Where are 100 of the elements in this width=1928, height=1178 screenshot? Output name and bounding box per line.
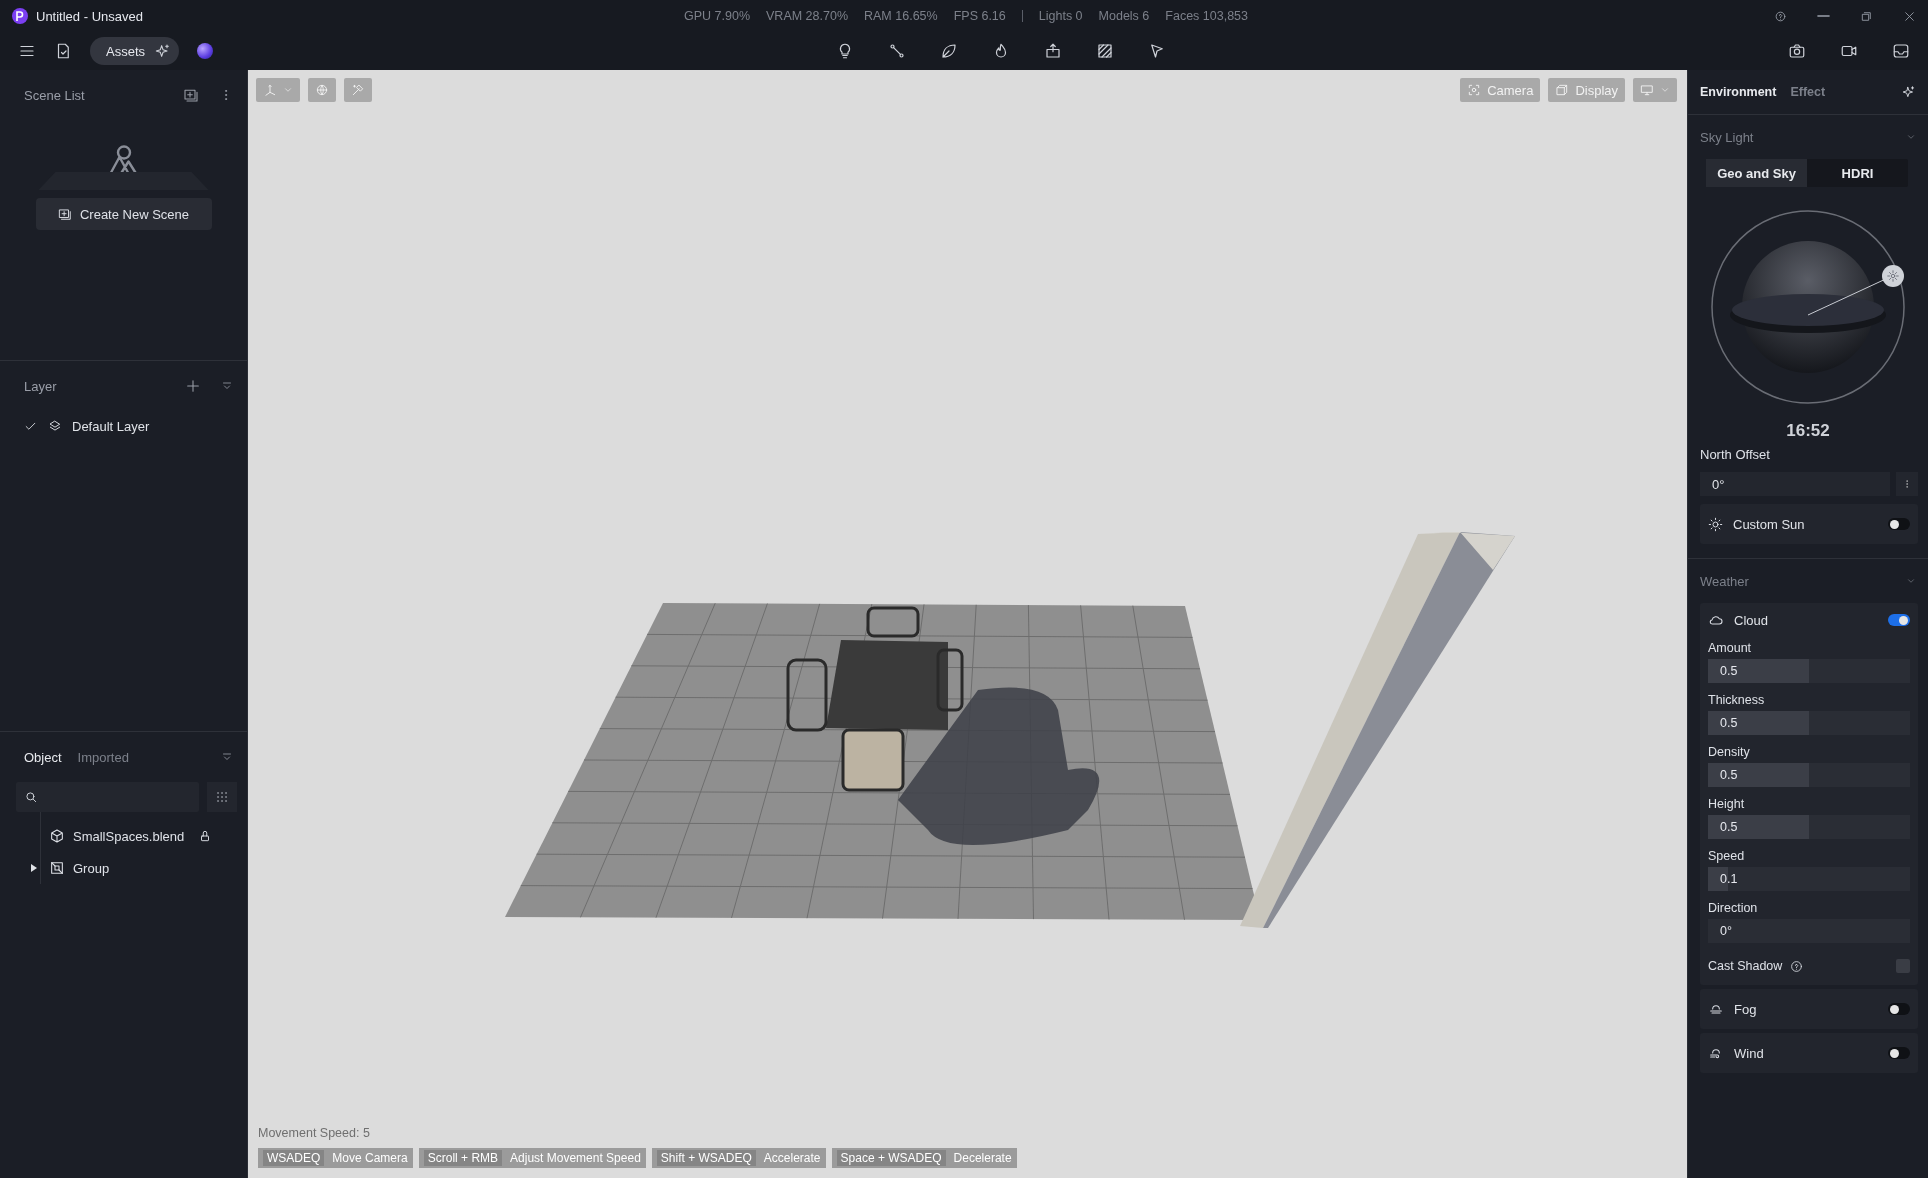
mode-tab[interactable]: Geo and Sky	[1706, 159, 1807, 187]
toggle-label: Custom Sun	[1733, 516, 1806, 532]
help-icon	[1774, 9, 1787, 23]
inbox-icon	[1892, 42, 1910, 60]
shortcut-action: Adjust Movement Speed	[510, 1151, 641, 1165]
panel-tab[interactable]: Environment	[1700, 85, 1777, 99]
sparkle-icon	[1902, 85, 1916, 99]
object-name: Group	[73, 860, 110, 876]
shortcut-key: Scroll + RMB	[423, 1150, 503, 1166]
toggle-label: Cloud	[1734, 612, 1769, 628]
caret-icon	[1660, 85, 1670, 95]
sun-icon	[1886, 269, 1900, 283]
layer-name: Default Layer	[72, 418, 150, 434]
box-arrow-icon	[1044, 42, 1062, 60]
scene-count: Faces 103,853	[1165, 9, 1248, 23]
effect-toggle[interactable]	[1888, 1003, 1910, 1015]
caret-icon	[283, 85, 293, 95]
value-slider[interactable]: 0.5	[1708, 659, 1910, 683]
expand-arrow-icon[interactable]	[31, 864, 37, 872]
cube-icon	[1555, 83, 1570, 97]
leaf-icon	[940, 42, 958, 60]
layer-item[interactable]: Default Layer	[0, 411, 247, 441]
screen-icon	[1640, 83, 1654, 97]
input-field[interactable]: 0°	[1708, 919, 1910, 943]
sphere-icon[interactable]	[197, 43, 213, 59]
add-scene-icon	[183, 87, 199, 103]
cube-icon	[49, 828, 65, 844]
shortcut-key: WSADEQ	[263, 1150, 325, 1166]
section-title: Weather	[1700, 573, 1750, 589]
search-field[interactable]	[16, 782, 199, 812]
object-name: SmallSpaces.blend	[73, 828, 185, 844]
tree-item[interactable]: Group	[31, 852, 247, 884]
performance-stat: GPU 7.90%	[684, 9, 750, 23]
field-label: Height	[1708, 796, 1746, 813]
cast-shadow-checkbox[interactable]	[1896, 959, 1910, 973]
performance-stat: VRAM 28.70%	[766, 9, 848, 23]
sparkle-icon	[155, 43, 171, 59]
add-icon	[185, 378, 201, 394]
shortcut-key: Space + WSADEQ	[836, 1150, 946, 1166]
create-new-scene-button[interactable]: Create New Scene	[35, 198, 212, 230]
layers-icon	[48, 419, 62, 433]
field-label: Direction	[1708, 900, 1759, 917]
restore-icon	[1860, 9, 1873, 23]
chevron-icon	[1906, 132, 1916, 142]
search-icon	[24, 790, 38, 804]
performance-stat: RAM 16.65%	[864, 9, 938, 23]
hatched-square-icon	[1096, 42, 1114, 60]
assets-button[interactable]: Assets	[106, 43, 145, 59]
wand-icon	[351, 83, 365, 97]
globe-button[interactable]	[308, 78, 336, 102]
close-icon	[1903, 9, 1916, 23]
shortcut-action: Accelerate	[763, 1151, 821, 1165]
chevron-icon	[1906, 576, 1916, 586]
camera-frame-icon	[1467, 83, 1482, 97]
section-title: Sky Light	[1700, 129, 1755, 145]
section-title: Scene List	[24, 87, 86, 103]
section-title: Layer	[24, 378, 58, 394]
field-label: Density	[1708, 744, 1751, 761]
more-options-button[interactable]	[1896, 472, 1918, 496]
collapse-icon	[221, 751, 233, 763]
value-slider[interactable]: 0.5	[1708, 815, 1910, 839]
grid-view-button[interactable]	[207, 782, 237, 812]
collapse-icon	[221, 380, 233, 392]
value-slider[interactable]: 0.1	[1708, 867, 1910, 891]
axes-icon	[263, 83, 277, 97]
north-offset-field[interactable]: 0°	[1700, 472, 1890, 496]
scene-count: Models 6	[1098, 9, 1150, 23]
movement-speed: Movement Speed: 5	[258, 1126, 370, 1140]
value-slider[interactable]: 0.5	[1708, 711, 1910, 735]
group-icon	[49, 860, 65, 876]
panel-tab[interactable]: Object	[24, 749, 62, 765]
sun-position-dial[interactable]	[1710, 209, 1906, 405]
3d-viewport[interactable]: Camera Display Movement Speed: 5 WSADEQ Move Camera Scroll + RMB Adjust Movement Speed Shift + WSADEQ Accelerate Space + WSADEQ Decelerate	[248, 70, 1687, 1178]
custom-sun-toggle[interactable]	[1888, 518, 1910, 530]
field-label: North Offset	[1699, 447, 1771, 462]
checkbox-label: Cast Shadow	[1708, 959, 1783, 973]
effect-toggle[interactable]	[1888, 1047, 1910, 1059]
sun-handle[interactable]	[1882, 265, 1904, 287]
panel-tab[interactable]: Imported	[77, 749, 129, 765]
panel-tab[interactable]: Effect	[1790, 85, 1826, 99]
tree-item[interactable]: SmallSpaces.blend	[31, 820, 247, 852]
sun-icon	[1708, 516, 1723, 532]
shortcut-action: Move Camera	[332, 1151, 408, 1165]
field-label: Thickness	[1708, 692, 1766, 709]
path-icon	[888, 42, 906, 60]
app-logo-icon	[12, 8, 28, 24]
shortcut-key: Shift + WSADEQ	[656, 1150, 756, 1166]
scene-count: Lights 0	[1038, 9, 1083, 23]
value-slider[interactable]: 0.5	[1708, 763, 1910, 787]
performance-stat: FPS 6.16	[953, 9, 1006, 23]
shortcut-action: Decelerate	[953, 1151, 1012, 1165]
globe-icon	[315, 83, 329, 97]
mode-tab[interactable]: HDRI	[1807, 159, 1908, 187]
cloud-toggle[interactable]	[1888, 614, 1910, 626]
window-title: Untitled - Unsaved	[36, 8, 143, 24]
add-scene-icon	[57, 207, 72, 221]
toggle-label: Fog	[1734, 1001, 1758, 1017]
help-icon	[1790, 959, 1804, 973]
time-readout: 16:52	[1785, 421, 1831, 441]
dot-grid-icon	[214, 789, 230, 805]
